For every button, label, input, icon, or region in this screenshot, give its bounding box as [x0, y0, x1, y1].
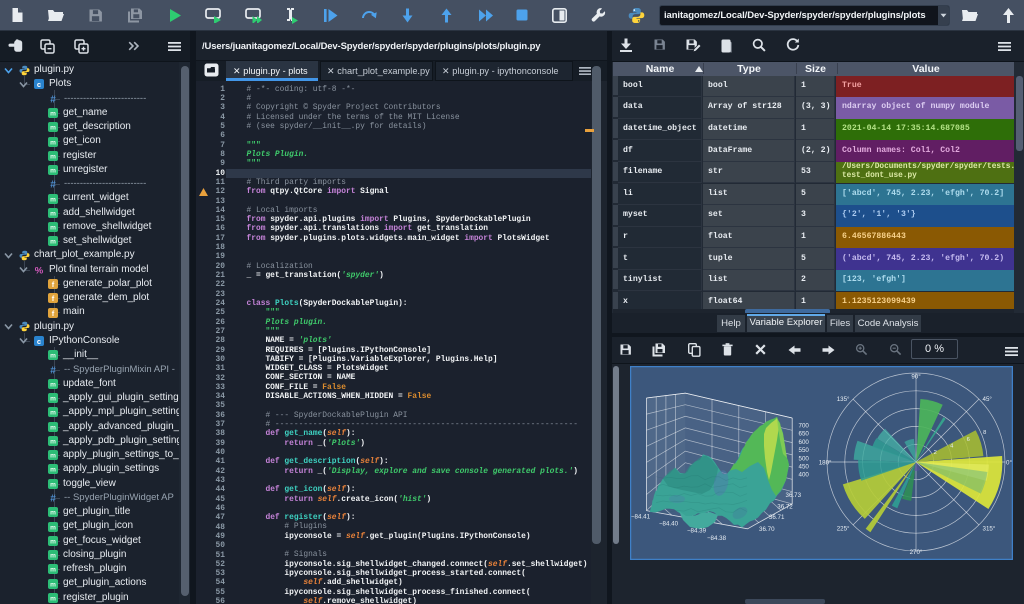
svg-text:6: 6 [967, 437, 970, 443]
svg-text:m: m [50, 210, 56, 217]
svg-text:m: m [50, 553, 56, 560]
svg-text:m: m [50, 139, 56, 146]
svg-text:450: 450 [799, 464, 810, 471]
svg-text:36.73: 36.73 [786, 492, 802, 499]
svg-text:m: m [50, 225, 56, 232]
svg-text:m: m [50, 168, 56, 175]
svg-text:−84.38: −84.38 [707, 535, 727, 542]
svg-text:550: 550 [799, 447, 810, 454]
svg-text:36.72: 36.72 [777, 504, 793, 511]
svg-text:225°: 225° [837, 526, 850, 533]
svg-text:−84.41: −84.41 [631, 514, 651, 521]
svg-text:−84.39: −84.39 [687, 528, 707, 535]
svg-text:m: m [50, 524, 56, 531]
svg-text:m: m [50, 595, 56, 602]
svg-text:m: m [50, 567, 56, 574]
svg-text:180°: 180° [819, 460, 832, 467]
svg-text:2: 2 [934, 450, 937, 456]
svg-text:315°: 315° [983, 526, 996, 533]
svg-text:m: m [50, 581, 56, 588]
svg-text:c: c [37, 80, 41, 89]
svg-text:135°: 135° [837, 396, 850, 403]
svg-text:m: m [50, 453, 56, 460]
svg-text:m: m [50, 382, 56, 389]
svg-text:90°: 90° [911, 374, 921, 381]
svg-text:m: m [50, 510, 56, 517]
svg-text:c: c [37, 337, 41, 346]
svg-text:−84.40: −84.40 [659, 521, 679, 528]
svg-text:#: # [50, 94, 56, 103]
svg-text:45°: 45° [983, 396, 993, 403]
svg-text:m: m [50, 196, 56, 203]
svg-text:400: 400 [799, 472, 810, 479]
svg-text:500: 500 [799, 455, 810, 462]
svg-text:m: m [50, 424, 56, 431]
svg-text:650: 650 [799, 431, 810, 438]
svg-text:36.70: 36.70 [759, 526, 775, 533]
svg-text:m: m [50, 481, 56, 488]
svg-text:m: m [50, 153, 56, 160]
svg-text:700: 700 [799, 423, 810, 430]
svg-text:270°: 270° [910, 549, 923, 556]
svg-text:#: # [50, 180, 56, 189]
svg-text:m: m [50, 111, 56, 118]
svg-text:0°: 0° [1006, 460, 1012, 467]
svg-text:m: m [50, 439, 56, 446]
svg-text:m: m [50, 125, 56, 132]
svg-text:m: m [50, 396, 56, 403]
svg-text:8: 8 [983, 430, 986, 436]
svg-text:m: m [50, 353, 56, 360]
svg-text:#: # [50, 494, 56, 503]
svg-text:m: m [50, 410, 56, 417]
svg-text:%: % [35, 265, 44, 275]
svg-text:m: m [50, 239, 56, 246]
svg-text:36.71: 36.71 [769, 514, 785, 521]
svg-text:m: m [50, 467, 56, 474]
svg-text:600: 600 [799, 439, 810, 446]
svg-text:m: m [50, 538, 56, 545]
svg-text:#: # [50, 365, 56, 374]
